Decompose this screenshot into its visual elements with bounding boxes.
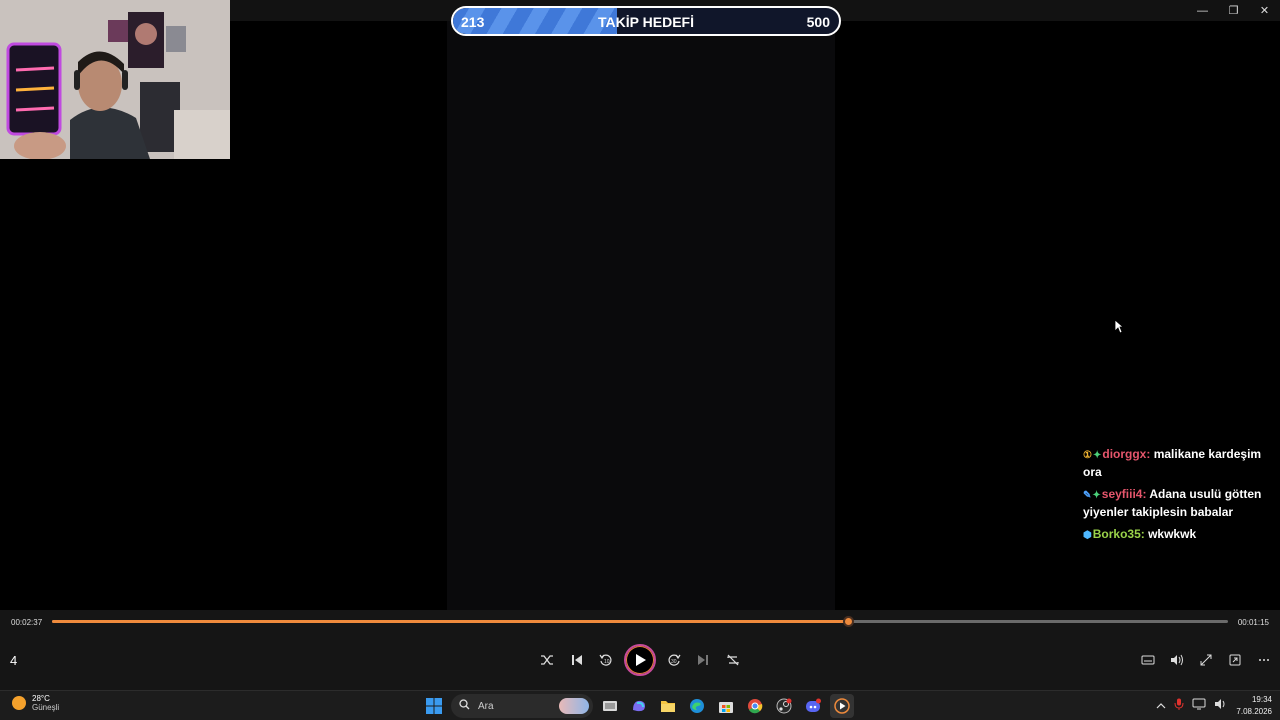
fullscreen-icon[interactable] (1194, 648, 1218, 672)
svg-text:10: 10 (604, 659, 610, 665)
taskbar-apps: Ara (422, 693, 854, 719)
system-clock[interactable]: 19:34 7.08.2026 (1236, 694, 1272, 718)
windows-start-icon[interactable] (422, 694, 446, 718)
weather-widget[interactable]: 28°C Güneşli (12, 694, 59, 712)
close-button[interactable]: ✕ (1249, 0, 1280, 21)
transport-controls: 10 30 (535, 643, 745, 677)
player-window: — ❐ ✕ 213 TAKİP HEDEFİ 500 ①✦diorggx: ma… (0, 0, 1280, 690)
sun-icon (12, 696, 26, 710)
file-explorer-icon[interactable] (656, 694, 680, 718)
play-button[interactable] (623, 644, 656, 676)
goal-target-value: 500 (806, 14, 830, 30)
discord-icon[interactable] (801, 694, 825, 718)
goal-title: TAKİP HEDEFİ (598, 14, 694, 30)
chat-message: ⬢Borko35: wkwkwk (1083, 526, 1273, 544)
volume-icon[interactable] (1165, 648, 1189, 672)
badge-icon: ⬢ (1083, 530, 1092, 541)
search-highlight-icon (559, 698, 589, 714)
badge-icon: ① (1083, 450, 1092, 461)
elapsed-time: 00:02:37 (11, 618, 43, 627)
video-area[interactable] (447, 21, 835, 610)
mini-player-icon[interactable] (1223, 648, 1247, 672)
follow-goal-bar: 213 TAKİP HEDEFİ 500 (451, 6, 841, 36)
remaining-time: 00:01:15 (1237, 618, 1269, 627)
store-icon[interactable] (714, 694, 738, 718)
subtitles-icon[interactable] (1136, 648, 1160, 672)
seek-bar[interactable] (52, 616, 1228, 627)
chat-message: ✎✦seyfiii4: Adana usulü götten yiyenler … (1083, 486, 1273, 520)
media-player-icon[interactable] (830, 694, 854, 718)
more-options-icon[interactable] (1252, 648, 1276, 672)
speed-label[interactable]: 4 (10, 653, 17, 668)
badge-icon: ✎ (1083, 490, 1092, 501)
steam-icon[interactable] (772, 694, 796, 718)
window-controls: — ❐ ✕ (1187, 0, 1280, 21)
system-tray: 19:34 7.08.2026 (1156, 694, 1272, 718)
microphone-icon[interactable] (1174, 697, 1184, 715)
task-view-icon[interactable] (598, 694, 622, 718)
chat-username: diorggx: (1102, 447, 1151, 461)
mouse-cursor-icon (1114, 319, 1125, 339)
chevron-up-icon[interactable] (1156, 697, 1166, 715)
chat-text: wkwkwk (1148, 527, 1197, 541)
previous-icon[interactable] (565, 648, 589, 672)
playback-controls: 00:02:37 00:01:15 4 10 30 (0, 610, 1280, 690)
minimize-button[interactable]: — (1187, 0, 1218, 21)
clock-time: 19:34 (1251, 695, 1272, 704)
chat-username: seyfiii4: (1101, 487, 1147, 501)
shuffle-icon[interactable] (535, 648, 559, 672)
forward-30-icon[interactable]: 30 (662, 648, 686, 672)
webcam-overlay (0, 0, 230, 159)
copilot-icon[interactable] (627, 694, 651, 718)
taskbar-search[interactable]: Ara (451, 694, 593, 718)
next-icon[interactable] (691, 648, 715, 672)
clock-date: 7.08.2026 (1236, 707, 1272, 716)
restore-button[interactable]: ❐ (1218, 0, 1249, 21)
speaker-icon[interactable] (1214, 697, 1228, 715)
search-placeholder: Ara (478, 700, 494, 712)
seek-handle[interactable] (843, 616, 855, 627)
seek-progress (52, 620, 849, 623)
chat-message: ①✦diorggx: malikane kardeşim ora (1083, 446, 1273, 480)
repeat-off-icon[interactable] (721, 648, 745, 672)
search-icon (459, 699, 470, 713)
chat-overlay: ①✦diorggx: malikane kardeşim ora ✎✦seyfi… (1083, 446, 1273, 550)
rewind-10-icon[interactable]: 10 (594, 648, 618, 672)
edge-browser-icon[interactable] (685, 694, 709, 718)
network-icon[interactable] (1192, 697, 1206, 715)
chrome-icon[interactable] (743, 694, 767, 718)
badge-icon: ✦ (1092, 450, 1102, 461)
weather-temperature: 28°C (32, 694, 50, 703)
secondary-controls (1136, 648, 1276, 672)
badge-icon: ✦ (1092, 490, 1101, 501)
chat-username: Borko35: (1092, 527, 1145, 541)
windows-taskbar: 28°C Güneşli Ara 19:34 7.08.2026 (0, 690, 1280, 720)
weather-description: Güneşli (32, 703, 60, 712)
svg-text:30: 30 (671, 659, 677, 665)
